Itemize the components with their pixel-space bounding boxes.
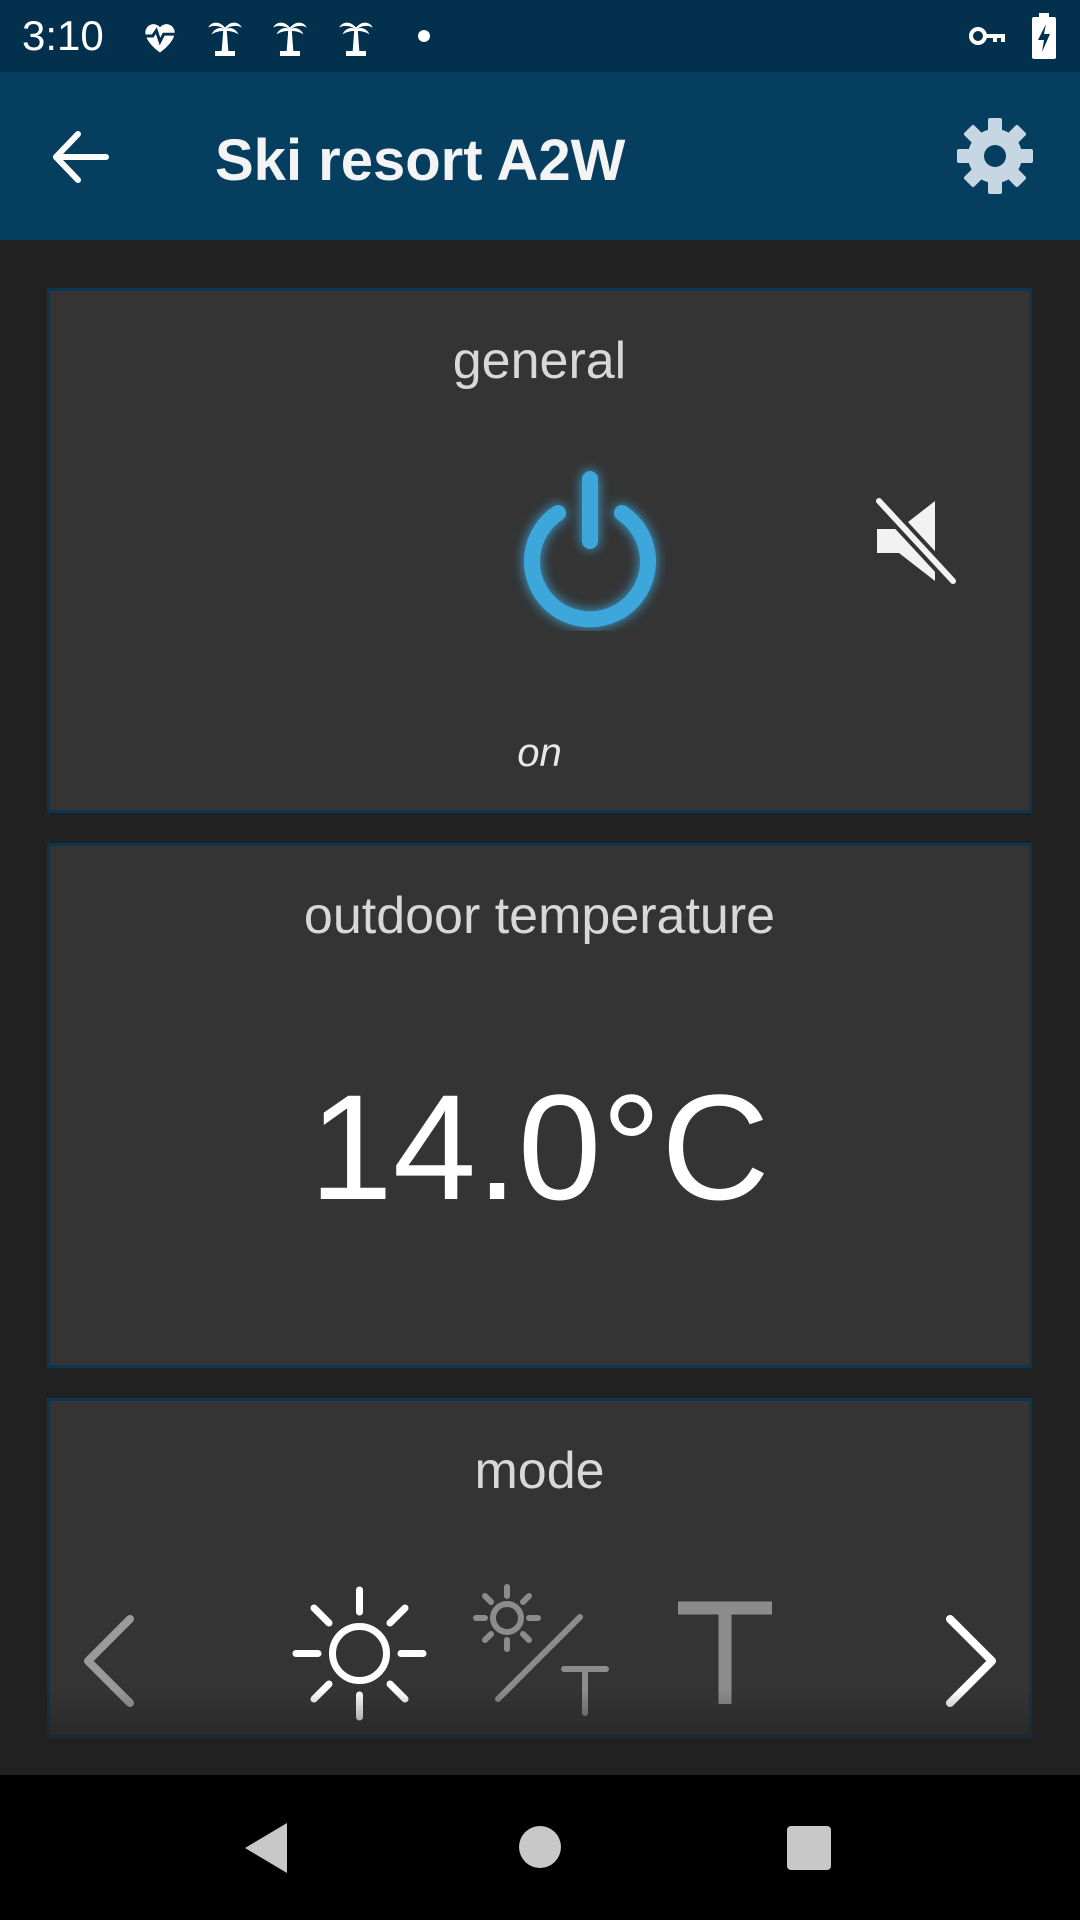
home-circle-icon[interactable] xyxy=(518,1825,562,1869)
back-triangle-icon[interactable] xyxy=(243,1821,289,1875)
outdoor-temperature-title: outdoor temperature xyxy=(303,887,776,945)
scroll-fade xyxy=(0,1690,1080,1775)
power-state-text: on xyxy=(517,731,562,775)
back-arrow-icon[interactable] xyxy=(48,122,118,192)
vpn-key-icon xyxy=(969,27,1005,45)
status-bar: 3:10 xyxy=(0,0,1080,72)
battery-charging-icon xyxy=(1032,13,1056,59)
mode-card: mode xyxy=(47,1398,1032,1738)
page-title: Ski resort A2W xyxy=(215,128,626,193)
mode-title: mode xyxy=(474,1442,605,1500)
general-title: general xyxy=(452,332,627,390)
heart-monitor-icon xyxy=(145,24,175,53)
outdoor-temperature-card: outdoor temperature 14.0°C xyxy=(47,843,1032,1368)
recents-square-icon[interactable] xyxy=(786,1825,832,1871)
palm-tree-icon xyxy=(339,22,373,56)
navigation-bar xyxy=(0,1775,1080,1920)
palm-tree-icon xyxy=(208,22,242,56)
temperature-value: 14.0°C xyxy=(309,1063,770,1231)
power-icon[interactable] xyxy=(500,451,680,631)
app-bar: Ski resort A2W xyxy=(0,72,1080,240)
general-card: general on xyxy=(47,288,1032,813)
gear-icon[interactable] xyxy=(955,116,1035,196)
palm-tree-icon xyxy=(273,22,307,56)
status-time: 3:10 xyxy=(22,12,104,59)
dot-icon xyxy=(418,30,430,42)
speaker-muted-icon[interactable] xyxy=(865,491,965,591)
